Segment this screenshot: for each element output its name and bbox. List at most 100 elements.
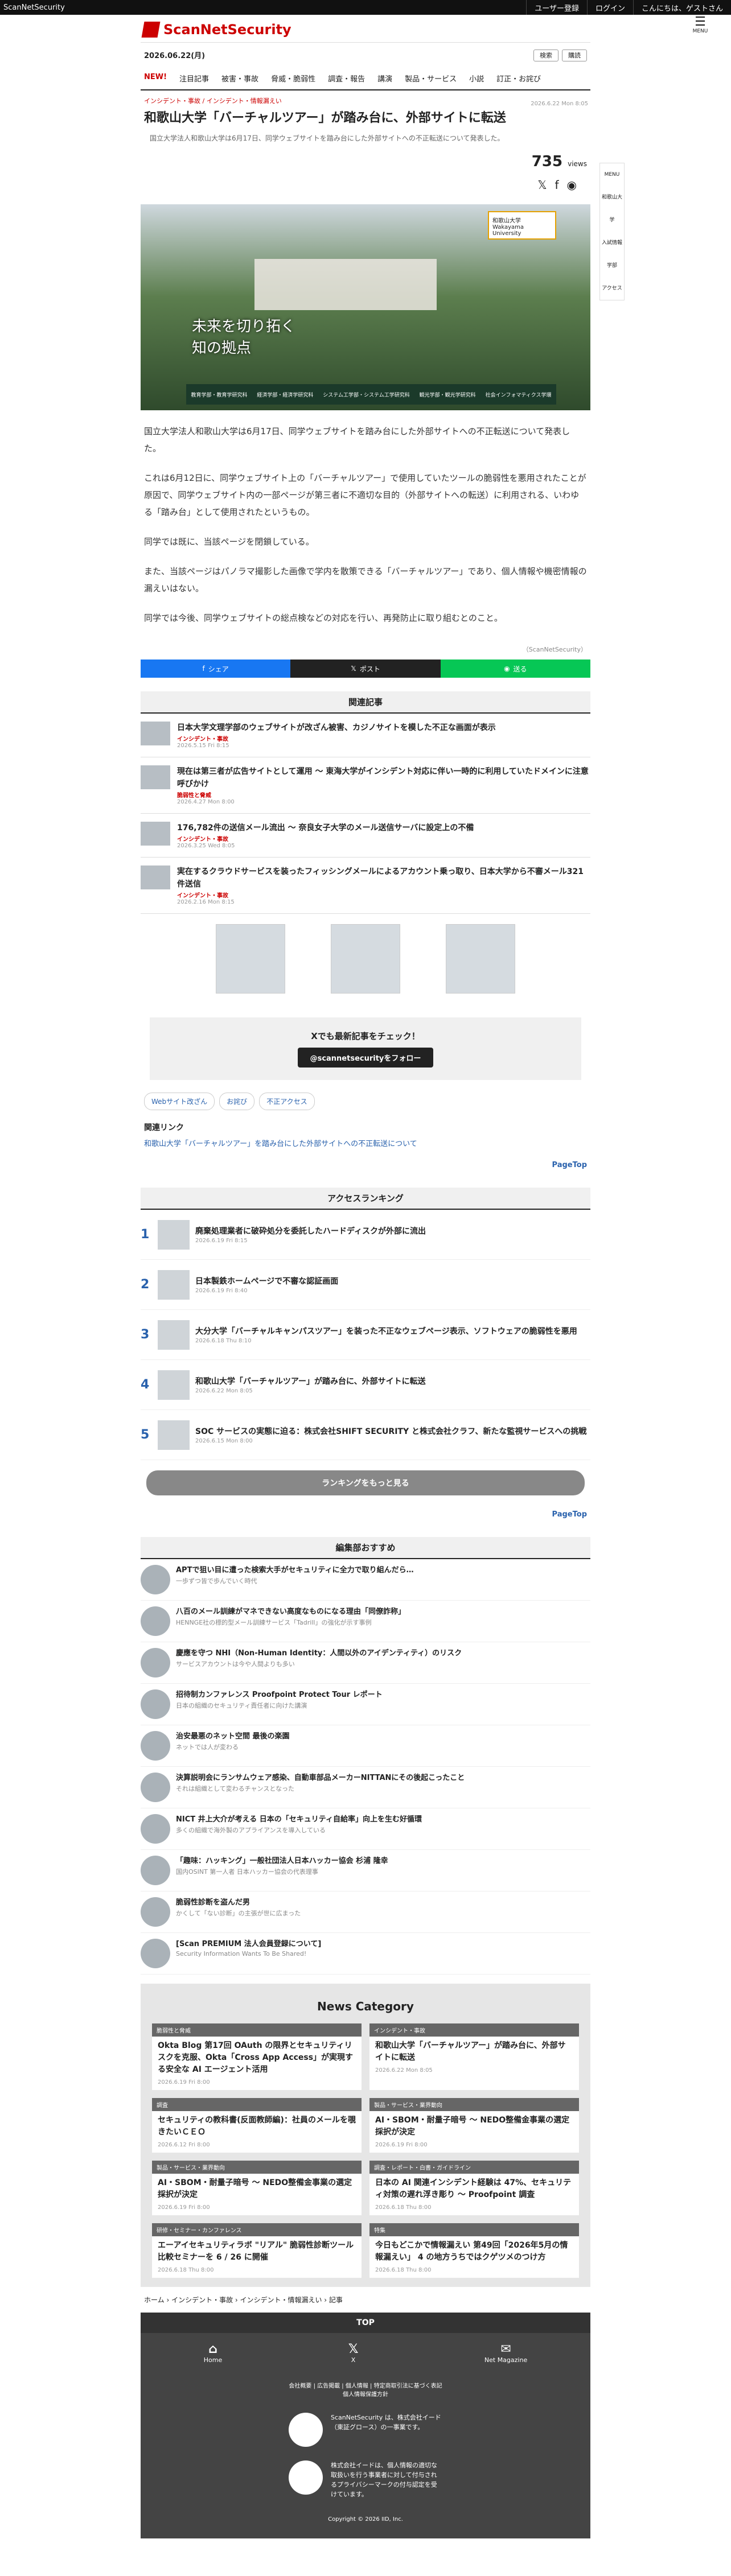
related-item[interactable]: 176,782件の送信メール流出 ～ 奈良女子大学のメール送信サーバに設定上の不… bbox=[141, 814, 590, 858]
paragraph: 国立大学法人和歌山大学は6月17日、同学ウェブサイトを踏み台にした外部サイトへの… bbox=[144, 426, 570, 454]
x-follow-button[interactable]: @scannetsecurityをフォロー bbox=[297, 1048, 434, 1068]
side-menu-item[interactable]: アクセス bbox=[600, 277, 624, 300]
news-date: 2026.6.19 Fri 8:00 bbox=[375, 2142, 428, 2148]
pick-item[interactable]: NICT 井上大介が考える 日本の「セキュリティ自給率」向上を生む好循環 多くの組… bbox=[141, 1808, 590, 1850]
nav-item[interactable]: 講演 bbox=[377, 73, 392, 84]
nav-item[interactable]: 調査・報告 bbox=[328, 73, 365, 84]
pick-item[interactable]: APTで狙い目に遭った検索大手がセキュリティに全力で取り組んだら… 一歩ずつ皆で歩… bbox=[141, 1559, 590, 1601]
ranking-item[interactable]: 3 大分大学「バーチャルキャンパスツアー」を装った不正なウェブページ表示、ソフトウ… bbox=[141, 1310, 590, 1360]
faculty-link[interactable]: 経済学部・経済学研究科 bbox=[257, 391, 313, 398]
x-follow-title: Xでも最新記事をチェック！ bbox=[311, 1031, 420, 1041]
nav-item[interactable]: 製品・サービス bbox=[405, 73, 457, 84]
related-date: 2026.3.25 Wed 8:05 bbox=[177, 843, 235, 849]
pick-item[interactable]: 「趣味：ハッキング」一般社団法人日本ハッカー協会 杉浦 隆幸 国内OSINT 第一… bbox=[141, 1850, 590, 1891]
pick-item[interactable]: 脆弱性診断を盗んだ男 かくして「ない診断」の主張が世に広まった bbox=[141, 1891, 590, 1933]
ranking-item[interactable]: 1 廃棄処理業者に破砕処分を委託したハードディスクが外部に流出 2026.6.19 … bbox=[141, 1210, 590, 1260]
current-date: 2026.06.22(月) bbox=[144, 52, 206, 60]
magazine-link[interactable]: ✉ Net Magazine bbox=[484, 2342, 527, 2364]
line-send-button[interactable]: ◉ 送る bbox=[440, 660, 590, 678]
side-menu-item[interactable]: 和歌山大学 bbox=[600, 186, 624, 232]
pick-title: 決算説明会にランサムウェア感染、自動車部品メーカーNITTANにその後起こったこ… bbox=[176, 1774, 465, 1782]
news-date: 2026.6.18 Thu 8:00 bbox=[375, 2204, 432, 2211]
news-card[interactable]: 研修・セミナー・カンファレンス エーアイセキュリティラボ "リアル" 脆弱性診断ツ… bbox=[152, 2223, 362, 2278]
facebook-icon: f bbox=[202, 665, 205, 673]
thumbnail[interactable] bbox=[446, 924, 515, 994]
faculty-link[interactable]: 観光学部・観光学研究科 bbox=[420, 391, 476, 398]
x-post-button[interactable]: 𝕏 ポスト bbox=[290, 660, 441, 678]
login-link[interactable]: ログイン bbox=[586, 0, 633, 15]
rank-number: 3 bbox=[141, 1328, 150, 1342]
news-card[interactable]: 製品・サービス・業界動向 AI・SBOM・耐量子暗号 ～ NEDO整備金事業の選定… bbox=[152, 2161, 362, 2215]
tag-chip[interactable]: お詫び bbox=[219, 1093, 255, 1110]
pick-desc: 多くの組織で海外製のアプライアンスを導入している bbox=[176, 1827, 326, 1834]
news-card[interactable]: 調査・レポート・白書・ガイドライン 日本の AI 関連インシデント経験は 47%、… bbox=[369, 2161, 579, 2215]
thumbnail[interactable] bbox=[216, 924, 285, 994]
nav-item[interactable]: 注目記事 bbox=[179, 73, 209, 84]
pick-item[interactable]: 八百のメール訓練がマネできない高度なものになる理由「同僚詐称」 HENNGE社の標… bbox=[141, 1601, 590, 1642]
category-tag: インシデント・事故 bbox=[177, 736, 228, 743]
main-nav: NEW! 注目記事 被害・事故 脅威・脆弱性 調査・報告 講演 製品・サービス 小説 訂正・お詫… bbox=[141, 67, 590, 90]
tag-chip[interactable]: Webサイト改ざん bbox=[144, 1093, 215, 1110]
tag-chip[interactable]: 不正アクセス bbox=[259, 1093, 315, 1110]
footer-top-button[interactable]: TOP bbox=[141, 2313, 590, 2333]
ranking-more-button[interactable]: ランキングをもっと見る bbox=[146, 1470, 585, 1495]
pick-item[interactable]: 招待制カンファレンス Proofpoint Protect Tour レポート日… bbox=[141, 1684, 590, 1725]
nav-item[interactable]: 小説 bbox=[469, 73, 484, 84]
paragraph: また、当該ページはパノラマ撮影した画像で学内を散策できる「バーチャルツアー」であ… bbox=[144, 566, 587, 593]
privacy-mark: 株式会社イードは、個人情報の適切な取扱いを行う事業者に対して付与されるプライバシ… bbox=[141, 2454, 590, 2506]
pick-thumbnail bbox=[141, 1689, 170, 1719]
news-card[interactable]: 脆弱性と脅威 Okta Blog 第17回 OAuth の限界とセキュリティリスク… bbox=[152, 2023, 362, 2090]
footer-icons: ⌂ Home 𝕏X ✉ Net Magazine bbox=[141, 2333, 590, 2373]
related-item[interactable]: 実在するクラウドサービスを装ったフィッシングメールによるアカウント乗っ取り、日本… bbox=[141, 858, 590, 914]
footer-links[interactable]: 会社概要 | 広告掲載 | 個人情報 | 特定商取引法に基づく表記 個人情報保護方… bbox=[141, 2373, 590, 2406]
related-item[interactable]: 現在は第三者が広告サイトとして運用 ～ 東海大学がインシデント対応に伴い一時的に… bbox=[141, 757, 590, 814]
subscribe-button[interactable]: 購読 bbox=[562, 49, 587, 61]
pick-item[interactable]: 治安最悪のネット空間 最後の楽園 ネットでは人が変わる bbox=[141, 1725, 590, 1767]
pagetop-link[interactable]: PageTop bbox=[141, 1506, 590, 1523]
faculty-link[interactable]: 社会インフォマティクス学環 bbox=[486, 391, 552, 398]
home-link[interactable]: ⌂ Home bbox=[204, 2342, 222, 2364]
nav-item[interactable]: NEW! bbox=[144, 73, 167, 84]
nav-item[interactable]: 脅威・脆弱性 bbox=[271, 73, 315, 84]
side-menu-item[interactable]: 学部 bbox=[600, 254, 624, 277]
facebook-share-button[interactable]: f シェア bbox=[141, 660, 291, 678]
faculty-link[interactable]: 教育学部・教育学研究科 bbox=[191, 391, 247, 398]
ranking-item[interactable]: 4 和歌山大学「バーチャルツアー」が踏み台に、外部サイトに転送 2026.6.22 … bbox=[141, 1360, 590, 1410]
site-logo[interactable]: ScanNetSecurity bbox=[141, 15, 590, 42]
ranking-item[interactable]: 5 SOC サービスの実態に迫る：株式会社SHIFT SECURITY と株式会社… bbox=[141, 1410, 590, 1460]
ranking-item[interactable]: 2 日本製鉄ホームページで不審な認証画面 2026.6.19 Fri 8:40 bbox=[141, 1260, 590, 1310]
pick-item[interactable]: 決算説明会にランサムウェア感染、自動車部品メーカーNITTANにその後起こったこ… bbox=[141, 1767, 590, 1808]
pick-item[interactable]: [Scan PREMIUM 法人会員登録について] Security Inform… bbox=[141, 1933, 590, 1975]
search-button[interactable]: 検索 bbox=[533, 49, 558, 61]
news-card[interactable]: 特集 今日もどこかで情報漏えい 第49回「2026年5月の情報漏えい」 4 の地方… bbox=[369, 2223, 579, 2278]
side-menu-item[interactable]: MENU bbox=[600, 163, 624, 186]
side-menu-item[interactable]: 入試情報 bbox=[600, 232, 624, 254]
news-card[interactable]: インシデント・事故 和歌山大学「バーチャルツアー」が踏み台に、外部サイトに転送 20… bbox=[369, 2023, 579, 2090]
x-link[interactable]: 𝕏X bbox=[348, 2342, 359, 2364]
rank-date: 2026.6.15 Mon 8:00 bbox=[195, 1438, 253, 1444]
pick-desc: かくして「ない診断」の主張が世に広まった bbox=[176, 1910, 301, 1917]
related-item[interactable]: 日本大学文理学部のウェブサイトが改ざん被害、カジノサイトを模した不正な画面が表示… bbox=[141, 714, 590, 757]
pick-item[interactable]: 慶應を守つ NHI（Non-Human Identity：人間以外のアイデンティ… bbox=[141, 1642, 590, 1684]
faculty-link[interactable]: システム工学部・システム工学研究科 bbox=[323, 391, 409, 398]
footer-breadcrumb[interactable]: ホーム › インシデント・事故 › インシデント・情報漏えい › 記事 bbox=[141, 2287, 590, 2313]
news-card[interactable]: 調査 セキュリティの教科書(反面教師編)：社員のメールを覗きたいＣＥＯ 2026.6… bbox=[152, 2098, 362, 2153]
line-icon[interactable]: ◉ bbox=[567, 178, 585, 192]
facebook-icon[interactable]: f bbox=[555, 178, 567, 192]
x-icon[interactable]: 𝕏 bbox=[537, 178, 555, 192]
news-card[interactable]: 製品・サービス・業界動向 AI・SBOM・耐量子暗号 ～ NEDO整備金事業の選定… bbox=[369, 2098, 579, 2153]
related-link[interactable]: 和歌山大学「バーチャルツアー」を踏み台にした外部サイトへの不正転送について bbox=[141, 1135, 590, 1156]
nav-item[interactable]: 訂正・お詫び bbox=[496, 73, 541, 84]
pagetop-link[interactable]: PageTop bbox=[141, 1156, 590, 1174]
thumbnail[interactable] bbox=[331, 924, 400, 994]
rank-title: 日本製鉄ホームページで不審な認証画面 bbox=[195, 1277, 339, 1286]
article-body: 国立大学法人和歌山大学は6月17日、同学ウェブサイトを踏み台にした外部サイトへの… bbox=[141, 423, 590, 627]
pick-desc: ネットでは人が変わる bbox=[176, 1744, 239, 1751]
menu-button[interactable]: ☰ MENU bbox=[691, 16, 710, 35]
register-link[interactable]: ユーザー登録 bbox=[526, 0, 587, 15]
news-title: AI・SBOM・耐量子暗号 ～ NEDO整備金事業の選定採択が決定 bbox=[375, 2116, 570, 2137]
pick-thumbnail bbox=[141, 1773, 170, 1802]
site-mini-logo[interactable]: ScanNetSecurity bbox=[3, 3, 65, 12]
nav-item[interactable]: 被害・事故 bbox=[221, 73, 258, 84]
news-grid: 脆弱性と脅威 Okta Blog 第17回 OAuth の限界とセキュリティリスク… bbox=[152, 2023, 579, 2278]
